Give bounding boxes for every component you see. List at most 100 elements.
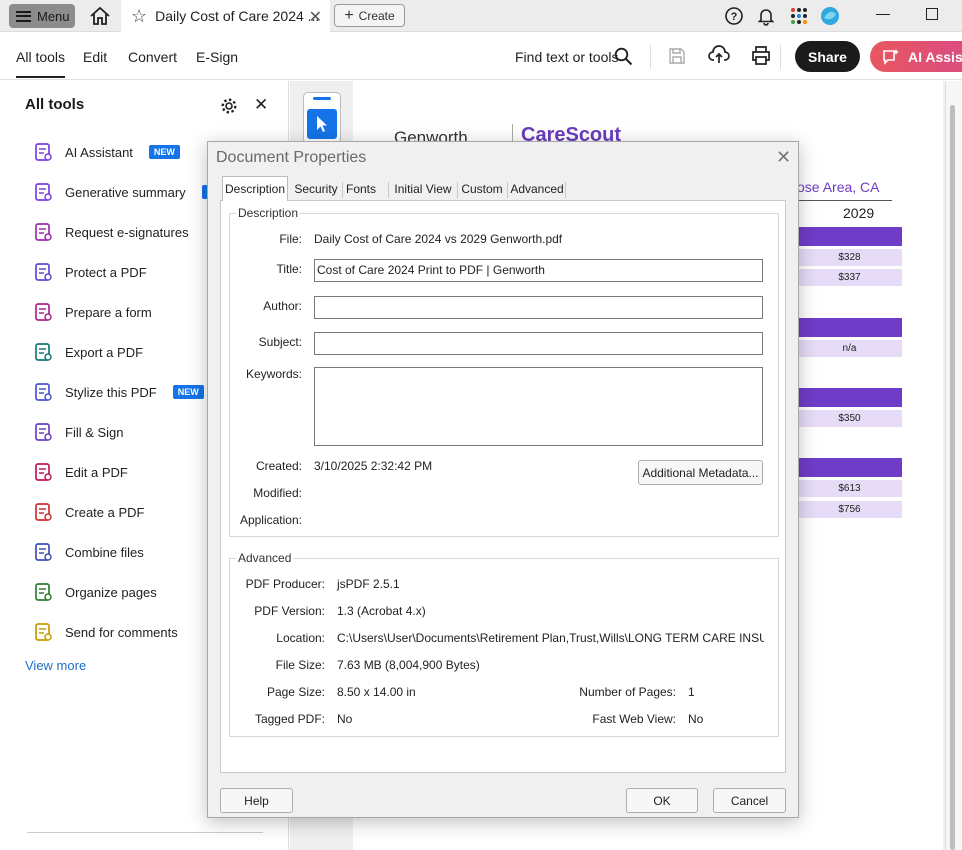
table-cell: $756	[797, 501, 902, 518]
save-icon[interactable]	[668, 47, 686, 65]
tab-all-tools[interactable]: All tools	[16, 49, 66, 78]
view-more-link[interactable]: View more	[25, 658, 86, 673]
tool-item[interactable]: Generative summaryNEW	[33, 180, 233, 204]
prepare-form-icon	[35, 303, 52, 321]
author-field[interactable]	[314, 296, 763, 319]
svg-text:?: ?	[731, 11, 738, 23]
author-label: Author:	[263, 299, 302, 313]
location-label: Location:	[276, 631, 325, 645]
document-tab[interactable]: ☆ Daily Cost of Care 2024 ... ✕	[121, 0, 330, 32]
tool-item[interactable]: Combine files	[33, 540, 144, 564]
tab-separator	[507, 182, 508, 198]
combine-files-icon	[35, 543, 52, 561]
scrollbar-thumb[interactable]	[950, 105, 955, 850]
print-icon[interactable]	[751, 46, 771, 65]
tool-item-label: Fill & Sign	[65, 424, 124, 440]
find-text-or-tools[interactable]: Find text or tools	[515, 49, 619, 65]
subject-label: Subject:	[258, 335, 302, 349]
tab-edit[interactable]: Edit	[83, 49, 107, 65]
tool-item[interactable]: AI Assistant NEW	[33, 140, 180, 164]
tab-security[interactable]: Security	[292, 179, 340, 200]
table-band	[797, 388, 902, 407]
dialog-title: Document Properties	[216, 149, 367, 166]
avatar[interactable]	[820, 6, 840, 26]
gear-icon[interactable]	[220, 97, 238, 115]
select-tool-rail[interactable]	[303, 92, 341, 144]
file-size-value: 7.63 MB (8,004,900 Bytes)	[337, 658, 480, 672]
additional-metadata-button[interactable]: Additional Metadata...	[638, 460, 763, 485]
description-group-label: Description	[236, 206, 301, 220]
cancel-button[interactable]: Cancel	[713, 788, 786, 813]
tool-item[interactable]: Fill & Sign	[33, 420, 124, 444]
tab-separator	[342, 182, 343, 198]
file-size-label: File Size:	[275, 658, 325, 672]
hamburger-icon	[16, 10, 31, 22]
keywords-field[interactable]	[314, 367, 763, 446]
subject-field[interactable]	[314, 332, 763, 355]
tool-item[interactable]: Edit a PDF	[33, 460, 128, 484]
menu-button[interactable]: Menu	[9, 4, 75, 28]
tab-esign[interactable]: E-Sign	[196, 49, 238, 65]
select-cursor-icon[interactable]	[307, 109, 337, 139]
pdf-producer-value: jsPDF 2.5.1	[337, 577, 400, 591]
close-dialog-icon[interactable]: ✕	[776, 147, 791, 168]
modified-label: Modified:	[253, 486, 302, 500]
ai-assistant-button[interactable]: AI Assistant	[870, 41, 962, 72]
maximize-window-icon[interactable]	[926, 8, 938, 20]
create-pdf-icon	[35, 503, 52, 521]
close-tab-icon[interactable]: ✕	[309, 7, 322, 27]
tool-item[interactable]: Stylize this PDF NEW	[33, 380, 204, 404]
minimize-window-icon[interactable]	[876, 14, 890, 15]
star-icon[interactable]: ☆	[131, 6, 147, 27]
fast-web-view-value: No	[688, 712, 704, 726]
table-cell: $613	[797, 480, 902, 497]
tab-advanced[interactable]: Advanced	[510, 179, 564, 200]
tab-description[interactable]: Description	[222, 176, 288, 201]
apps-grid-icon[interactable]	[789, 6, 809, 26]
new-badge: NEW	[148, 145, 180, 159]
search-icon[interactable]	[614, 47, 633, 66]
table-cell: $337	[797, 269, 902, 286]
tool-item[interactable]: Export a PDF	[33, 340, 143, 364]
tab-separator	[565, 182, 566, 198]
keywords-label: Keywords:	[245, 367, 302, 381]
tool-item[interactable]: Prepare a form	[33, 300, 152, 324]
title-field[interactable]: Cost of Care 2024 Print to PDF | Genwort…	[314, 259, 763, 282]
edit-pdf-icon	[35, 463, 52, 481]
tool-item-label: Send for comments	[65, 624, 178, 640]
share-button[interactable]: Share	[795, 41, 860, 72]
close-panel-icon[interactable]: ✕	[254, 95, 268, 115]
tagged-pdf-label: Tagged PDF:	[254, 712, 325, 726]
toolbar-divider	[650, 45, 651, 69]
stylize-pdf-icon	[35, 383, 52, 401]
bell-icon[interactable]	[756, 6, 776, 26]
tool-item[interactable]: Create a PDF	[33, 500, 144, 524]
title-bar: Menu ☆ Daily Cost of Care 2024 ... ✕ + C…	[0, 0, 962, 32]
help-button[interactable]: Help	[220, 788, 293, 813]
create-button[interactable]: + Create	[334, 4, 405, 27]
tool-item-label: Edit a PDF	[65, 464, 128, 480]
tool-item-label: Organize pages	[65, 584, 157, 600]
document-tab-title: Daily Cost of Care 2024 ...	[155, 8, 320, 24]
tab-custom[interactable]: Custom	[460, 179, 504, 200]
tool-item[interactable]: Request e-signatures	[33, 220, 189, 244]
tool-item-label: Request e-signatures	[65, 224, 189, 240]
help-icon[interactable]: ?	[724, 6, 744, 26]
organize-pages-icon	[35, 583, 52, 601]
title-label: Title:	[276, 262, 302, 276]
create-label: Create	[358, 8, 395, 23]
tool-item[interactable]: Organize pages	[33, 580, 157, 604]
tab-convert[interactable]: Convert	[128, 49, 177, 65]
tool-item-label: Combine files	[65, 544, 144, 560]
tab-initial-view[interactable]: Initial View	[392, 179, 454, 200]
tool-item[interactable]: Send for comments	[33, 620, 178, 644]
ok-button[interactable]: OK	[626, 788, 698, 813]
tab-fonts[interactable]: Fonts	[344, 179, 378, 200]
ai-assistant-icon	[883, 48, 899, 65]
rail-handle	[313, 97, 331, 100]
tagged-pdf-value: No	[337, 712, 353, 726]
home-icon[interactable]	[89, 6, 111, 26]
upload-cloud-icon[interactable]	[708, 45, 730, 65]
tool-item[interactable]: Protect a PDF	[33, 260, 147, 284]
page-size-value: 8.50 x 14.00 in	[337, 685, 416, 699]
